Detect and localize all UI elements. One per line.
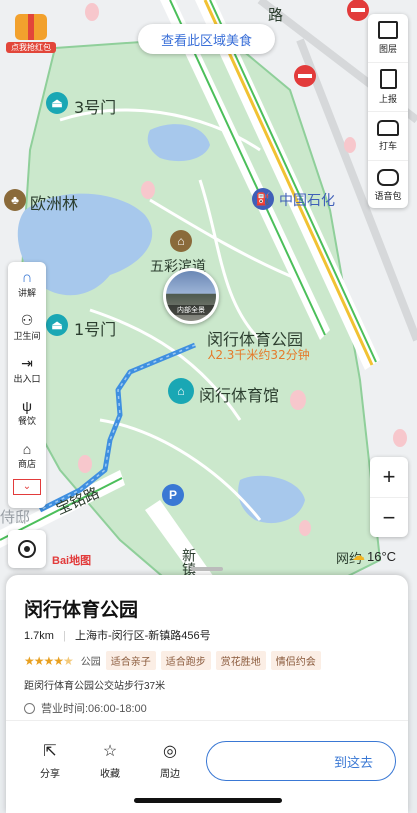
transit-info: 距闵行体育公园公交站步行37米	[24, 681, 166, 692]
shop-button[interactable]: ⌂ 商店	[8, 434, 46, 477]
gate1-pin-icon[interactable]: ⏏	[46, 314, 68, 336]
nearby-button[interactable]: ◎ 周边	[140, 741, 200, 780]
park-photo-marker[interactable]: 内部全景	[163, 268, 219, 324]
inner-view-label: 内部全景	[166, 305, 216, 315]
wucai-pin-icon[interactable]: ⌂	[170, 230, 192, 252]
cloud-sun-icon: ☁	[352, 548, 365, 563]
shop-icon: ⌂	[22, 441, 32, 457]
map-view[interactable]: 点我抢红包 查看此区域美食 ⏏ 3号门 ♣ 欧洲林 ⛽ 中国石化 ⌂ 五彩滨道 …	[0, 0, 417, 600]
parking-icon[interactable]: P	[162, 484, 184, 506]
report-label: 上报	[378, 94, 397, 104]
share-button[interactable]: ⇱ 分享	[20, 741, 80, 780]
exit-button[interactable]: ⇥ 出入口	[8, 348, 46, 391]
opening-hours: 营业时间:06:00-18:00	[24, 700, 147, 716]
food-icon: ψ	[22, 398, 32, 414]
gym-label: 闵行体育馆	[199, 386, 280, 405]
place-distance: 1.7km	[24, 630, 54, 642]
voice-pack-button[interactable]: 语音包	[368, 161, 408, 209]
right-toolbar: 图层 上报 打车 语音包	[368, 14, 408, 208]
zoom-control: + −	[370, 457, 408, 537]
food-label: 餐饮	[17, 416, 36, 426]
zoom-in-button[interactable]: +	[370, 457, 408, 498]
report-icon	[379, 69, 397, 89]
place-tags: ★★★★★ 公园 适合亲子 适合跑步 赏花胜地 情侣约会	[24, 651, 321, 670]
lu-road-label: 路	[268, 6, 284, 24]
toilet-button[interactable]: ⚇ 卫生间	[8, 305, 46, 348]
sinopec-label: 中国石化	[279, 193, 335, 209]
share-label: 分享	[40, 769, 60, 780]
gate3-label: 3号门	[74, 98, 117, 117]
place-address: 上海市-闵行区-新镇路456号	[74, 630, 211, 642]
xinzhen-road-label: 新镇	[180, 548, 196, 576]
yidi-label: 侍邸	[0, 508, 31, 526]
food-button[interactable]: ψ 餐饮	[8, 391, 46, 434]
gate1-label: 1号门	[74, 320, 117, 339]
place-meta: 1.7km | 上海市-闵行区-新镇路456号	[24, 630, 211, 642]
compass-icon: ◎	[163, 743, 177, 760]
favorite-button[interactable]: ☆ 收藏	[80, 741, 140, 780]
park-photo: 内部全景	[166, 271, 216, 321]
navigate-label: 到这去	[333, 754, 373, 770]
toilet-label: 卫生间	[13, 330, 41, 341]
clock-icon	[24, 702, 35, 714]
weather-widget[interactable]: ☁ 16°C	[352, 548, 396, 564]
favorite-label: 收藏	[100, 769, 120, 780]
route-info-text: 2.3千米约32分钟	[215, 348, 310, 362]
guide-label: 讲解	[17, 287, 36, 298]
zoom-out-button[interactable]: −	[370, 498, 408, 538]
headphones-icon: ∩	[21, 268, 33, 286]
divider	[6, 720, 408, 721]
exit-label: 出入口	[13, 373, 41, 384]
gift-icon	[15, 14, 47, 40]
report-button[interactable]: 上报	[368, 63, 408, 112]
guide-button[interactable]: ∩ 讲解	[8, 262, 46, 305]
gas-station-icon[interactable]: ⛽	[252, 188, 274, 210]
europe-forest-pin-icon[interactable]: ♣	[4, 189, 26, 211]
shop-label: 商店	[17, 459, 36, 469]
exit-icon: ⇥	[21, 354, 33, 371]
voice-pack-label: 语音包	[374, 190, 402, 201]
route-info: ⅄2.3千米约32分钟	[208, 346, 310, 363]
star-icon: ☆	[102, 743, 118, 760]
tag-item[interactable]: 情侣约会	[270, 651, 321, 670]
rating-stars: ★★★★★	[24, 653, 74, 668]
voice-pack-icon	[377, 168, 399, 186]
opening-hours-text: 营业时间:06:00-18:00	[41, 703, 147, 715]
place-category: 公园	[80, 657, 101, 668]
food-search-button[interactable]: 查看此区域美食	[138, 24, 275, 54]
share-icon: ⇱	[43, 743, 57, 760]
nearby-label: 周边	[160, 769, 180, 780]
action-bar: ⇱ 分享 ☆ 收藏 ◎ 周边	[20, 741, 200, 780]
tag-item[interactable]: 适合亲子	[105, 651, 156, 670]
layers-label: 图层	[378, 44, 397, 54]
europe-forest-label: 欧洲林	[30, 194, 79, 213]
weather-temp: 16°C	[367, 548, 397, 564]
gym-pin-icon[interactable]: ⌂	[168, 378, 194, 404]
layers-icon	[378, 21, 398, 39]
tag-item[interactable]: 赏花胜地	[215, 651, 266, 670]
taxi-icon	[377, 120, 399, 136]
map-logo: Bai地图	[52, 555, 92, 567]
taxi-label: 打车	[378, 141, 397, 151]
place-title: 闵行体育公园	[24, 600, 139, 621]
crosshair-icon	[18, 540, 36, 558]
gate3-pin-icon[interactable]: ⏏	[46, 92, 68, 114]
layers-button[interactable]: 图层	[368, 14, 408, 63]
sheet-handle[interactable]	[191, 567, 223, 571]
red-packet-label: 点我抢红包	[6, 42, 56, 53]
navigate-button[interactable]: 到这去	[206, 741, 396, 781]
locate-button[interactable]	[8, 530, 46, 568]
tag-item[interactable]: 适合跑步	[160, 651, 211, 670]
place-detail-sheet[interactable]: 闵行体育公园 1.7km | 上海市-闵行区-新镇路456号 ★★★★★ 公园 …	[6, 567, 408, 813]
collapse-button[interactable]: ⌄	[13, 479, 41, 495]
home-indicator[interactable]	[134, 798, 282, 803]
left-toolbar: ∩ 讲解 ⚇ 卫生间 ⇥ 出入口 ψ 餐饮 ⌂ 商店 ⌄	[8, 262, 46, 508]
chevron-down-icon: ⌄	[22, 481, 32, 492]
toilet-icon: ⚇	[20, 311, 34, 328]
taxi-button[interactable]: 打车	[368, 112, 408, 161]
red-packet-button[interactable]: 点我抢红包	[6, 14, 56, 56]
